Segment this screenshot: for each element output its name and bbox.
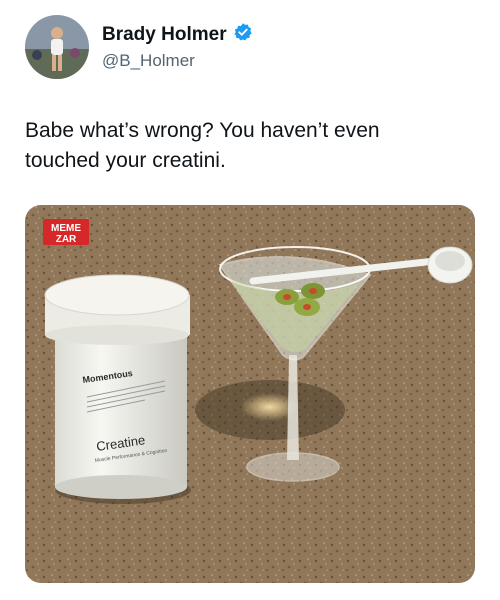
watermark-logo: MEME ZAR: [43, 219, 89, 245]
tweet-text-line-1: Babe what’s wrong? You haven’t even: [25, 119, 380, 142]
tweet-text: Babe what’s wrong? You haven’t even touc…: [25, 116, 475, 176]
svg-text:ZAR: ZAR: [56, 234, 77, 245]
avatar[interactable]: [25, 15, 89, 79]
tweet-image[interactable]: MEME ZAR Momentous Creatine Muscle Perfo…: [25, 205, 475, 583]
creatine-jar: Momentous Creatine Muscle Performance & …: [44, 274, 191, 504]
author-name[interactable]: Brady Holmer: [102, 24, 227, 46]
svg-text:MEME: MEME: [51, 223, 81, 234]
author-handle[interactable]: @B_Holmer: [102, 51, 195, 71]
jar-lid: [44, 274, 190, 316]
verified-badge-icon: [233, 22, 253, 47]
author-name-row[interactable]: Brady Holmer: [102, 22, 253, 47]
tweet-text-line-2: touched your creatini.: [25, 149, 226, 172]
